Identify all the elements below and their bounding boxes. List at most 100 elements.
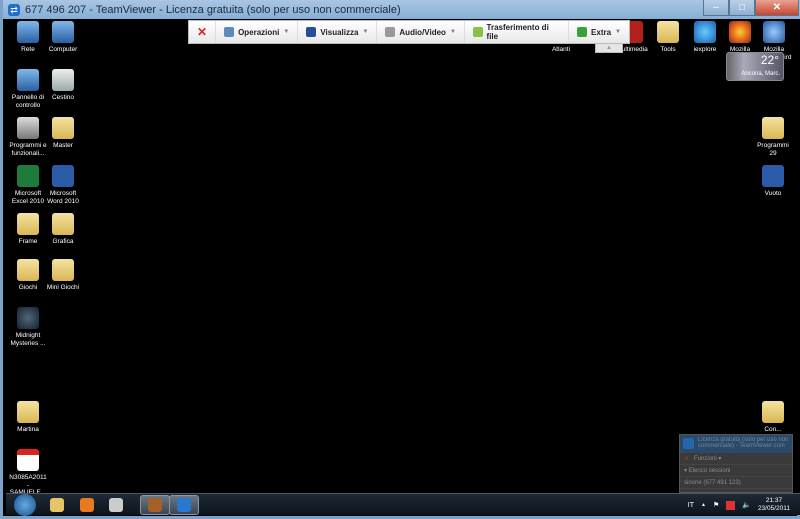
desktop-icon-mini-giochi[interactable]: Mini Giochi: [44, 259, 82, 292]
toolbar-collapse-handle[interactable]: ▲: [595, 44, 623, 53]
desktop-icon-midnight-mysteries[interactable]: Midnight Mysteries ...: [9, 307, 47, 347]
desktop-icon-label: Computer: [48, 46, 78, 53]
taskbar-teamviewer[interactable]: [169, 495, 199, 515]
desktop-icon-pannello-di-controllo[interactable]: Pannello di controllo: [9, 69, 47, 109]
system-tray: IT ▲ ⚑ 🔈 21:37 23/05/2011: [688, 494, 790, 516]
desktop-icon-microsoft-word-2010[interactable]: Microsoft Word 2010: [44, 165, 82, 205]
chevron-down-icon: ▼: [615, 29, 621, 35]
teamviewer-icon: [683, 438, 694, 449]
desktop-icon-computer[interactable]: Computer: [44, 21, 82, 54]
desktop-icon-giochi[interactable]: Giochi: [9, 259, 47, 292]
teamviewer-icon: ⇄: [8, 3, 20, 16]
desktop-icon-label: Mini Giochi: [46, 284, 80, 291]
network-warning-icon[interactable]: [726, 500, 736, 510]
webcam-icon: [385, 27, 396, 37]
xl-icon: [17, 165, 39, 187]
folder-icon: [17, 259, 39, 281]
desktop-icon-label: Grafica: [52, 238, 74, 245]
desktop-icon-label: Microsoft Excel 2010: [11, 190, 45, 205]
menu-trasferimento-di-file[interactable]: Trasferimento di file: [465, 21, 570, 43]
desktop-icon-iexplore[interactable]: iexplore: [686, 21, 724, 54]
start-button[interactable]: [14, 494, 36, 516]
desktop-icon-label: Atlanti: [551, 46, 571, 53]
taskbar-movie-maker[interactable]: [101, 495, 131, 515]
desktop-icon-martina[interactable]: Martina: [9, 401, 47, 434]
teamviewer-session-panel: Licenza gratuita (solo per uso non comme…: [679, 434, 793, 493]
pdf-icon: [17, 449, 39, 471]
desktop-icon-n3085a2011-samuele[interactable]: N3085A2011 - SAMUELE...: [9, 449, 47, 497]
taskbar-media-player[interactable]: [72, 495, 102, 515]
license-notice: Licenza gratuita (solo per uso non comme…: [698, 437, 789, 449]
functions-label: Funzioni: [694, 456, 717, 462]
title-bar[interactable]: ⇄ 677 496 207 - TeamViewer - Licenza gra…: [3, 0, 800, 19]
desktop-icon-label: Microsoft Word 2010: [47, 190, 79, 205]
sys-icon: [52, 21, 74, 43]
desktop-icon-con[interactable]: Con...: [754, 401, 792, 434]
folder-icon: [17, 401, 39, 423]
clock[interactable]: 21:37 23/05/2011: [758, 497, 790, 513]
desktop-icon-label: Programmi e funzionali...: [9, 142, 47, 157]
chevron-down-icon: ▼: [362, 29, 369, 35]
folder-icon: [17, 213, 39, 235]
desktop-icon-microsoft-excel-2010[interactable]: Microsoft Excel 2010: [9, 165, 47, 205]
minimize-button[interactable]: –: [703, 0, 729, 16]
maximize-button[interactable]: □: [729, 0, 755, 16]
teamviewer-toolbar: ✕ Operazioni ▼ Visualizza ▼ Audio/Video ▼ Tras…: [188, 20, 630, 44]
close-button[interactable]: ✕: [755, 0, 799, 16]
desktop-icon-tools[interactable]: Tools: [649, 21, 687, 54]
folder-icon: [762, 117, 784, 139]
desktop-icon-label: Vuoto: [764, 190, 782, 197]
menu-label: Extra: [591, 27, 612, 37]
show-hidden-icons-button[interactable]: ▲: [701, 502, 706, 508]
desktop-icon-label: Cestino: [51, 94, 75, 101]
desktop-icon-label: Martina: [17, 426, 39, 433]
desktop-icon-label: iexplore: [693, 46, 717, 53]
remote-desktop[interactable]: Rete Computer Pannello di controllo Cestino…: [6, 19, 800, 496]
sessions-header[interactable]: ▾ Elenco sessioni: [680, 465, 792, 477]
movie-maker-icon: [109, 498, 123, 512]
menu-label: Visualizza: [320, 27, 359, 37]
action-center-flag-icon[interactable]: ⚑: [713, 501, 719, 509]
clock-date: 23/05/2011: [757, 505, 790, 512]
desktop-icon-cestino[interactable]: Cestino: [44, 69, 82, 102]
desktop-icon-label: Programmi 29: [757, 142, 789, 157]
close-session-button[interactable]: ✕: [189, 21, 217, 43]
mm-icon: [17, 307, 39, 329]
functions-menu[interactable]: ✕ Funzioni ▾: [680, 453, 792, 465]
sys-icon: [17, 69, 39, 91]
volume-icon[interactable]: 🔈: [742, 501, 751, 509]
desktop-icon-label: Pannello di controllo: [11, 94, 45, 109]
menu-label: Operazioni: [238, 27, 280, 37]
puzzle-icon: [577, 27, 588, 37]
language-indicator[interactable]: IT: [688, 502, 694, 509]
menu-audio-video[interactable]: Audio/Video ▼: [377, 21, 465, 43]
desktop-icon-frame[interactable]: Frame: [9, 213, 47, 246]
monitor-icon: [306, 27, 317, 37]
desktop-icon-vuoto[interactable]: Vuoto: [754, 165, 792, 198]
desktop-icon-programmi-29[interactable]: Programmi 29: [754, 117, 792, 157]
emule-icon: [147, 498, 162, 512]
desktop-icon-label: Tools: [660, 46, 676, 53]
folder-icon: [52, 213, 74, 235]
menu-operazioni[interactable]: Operazioni ▼: [216, 21, 299, 43]
taskbar: IT ▲ ⚑ 🔈 21:37 23/05/2011: [6, 493, 800, 516]
menu-extra[interactable]: Extra ▼: [569, 21, 629, 43]
desktop-icon-programmi-e-funzionali[interactable]: Programmi e funzionali...: [9, 117, 47, 157]
weather-location: Ancona, Marc.: [741, 71, 780, 77]
teamviewer-icon: [177, 498, 191, 512]
gear-icon: [224, 27, 235, 37]
menu-label: Trasferimento di file: [486, 23, 549, 41]
desktop-icon-label: Frame: [18, 238, 38, 245]
folder-icon: [657, 21, 679, 43]
desktop-icon-grafica[interactable]: Grafica: [44, 213, 82, 246]
wd-icon: [762, 165, 784, 187]
session-item[interactable]: sinone (677 491 123): [680, 477, 792, 489]
menu-visualizza[interactable]: Visualizza ▼: [298, 21, 378, 43]
taskbar-explorer[interactable]: [42, 495, 72, 515]
clock-time: 21:37: [765, 497, 783, 504]
taskbar-emule[interactable]: [139, 495, 170, 515]
weather-gadget[interactable]: 22° Ancona, Marc.: [726, 52, 784, 81]
desktop-icon-rete[interactable]: Rete: [9, 21, 47, 54]
folder-icon: [762, 401, 784, 423]
desktop-icon-master[interactable]: Master: [44, 117, 82, 150]
